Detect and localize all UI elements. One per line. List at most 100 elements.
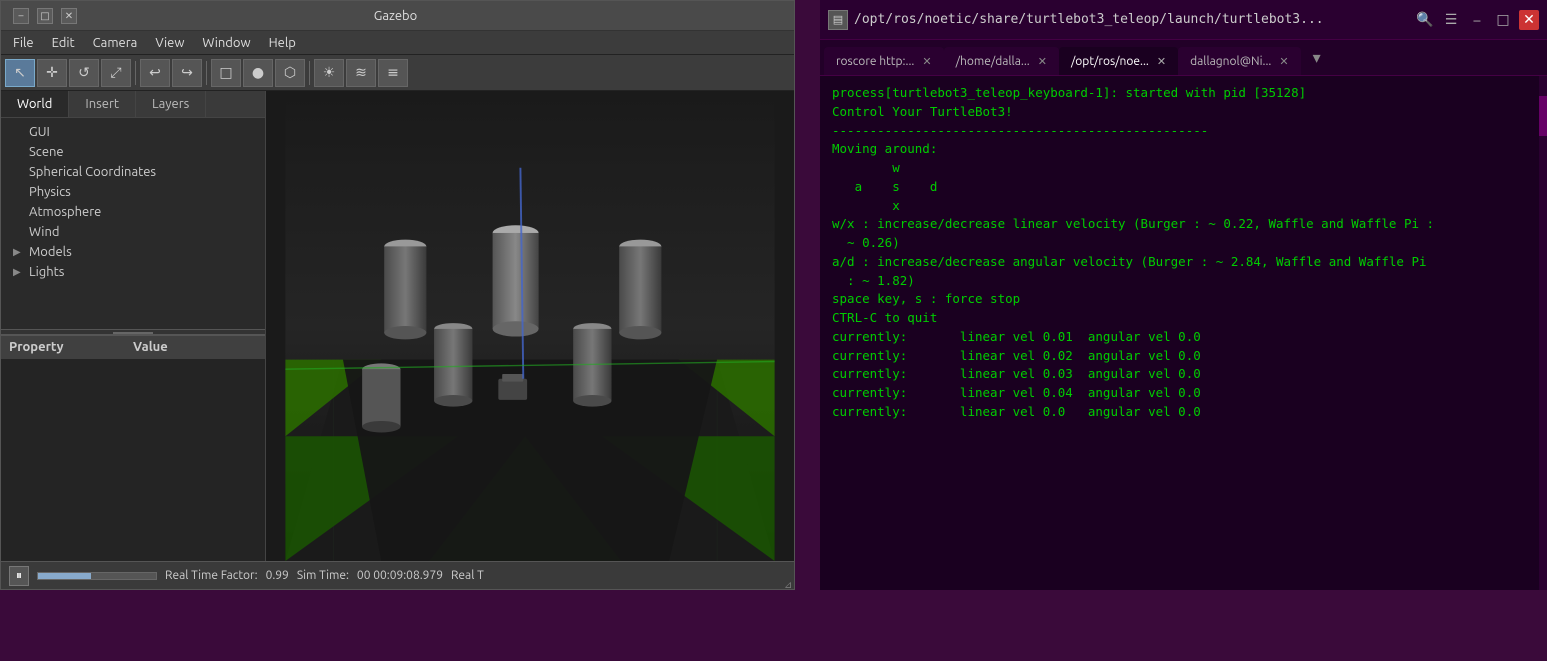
tab-home-close[interactable]: ✕ (1038, 55, 1047, 68)
gazebo-toolbar: ↖ ✛ ↺ ⤢ ↩ ↪ □ ● ⬡ ☀ ≋ ≡ (1, 55, 794, 91)
lighting-button[interactable]: ☀ (314, 59, 344, 87)
terminal-line-0: process[turtlebot3_teleop_keyboard-1]: s… (832, 84, 1535, 103)
tree-item-physics[interactable]: Physics (1, 182, 265, 202)
gui-label: GUI (29, 125, 50, 139)
tree-item-lights[interactable]: ▶ Lights (1, 262, 265, 282)
rotate-tool-button[interactable]: ↺ (69, 59, 99, 87)
tab-insert[interactable]: Insert (69, 91, 136, 117)
terminal-body[interactable]: process[turtlebot3_teleop_keyboard-1]: s… (820, 76, 1547, 590)
terminal-minimize-button[interactable]: – (1467, 10, 1487, 30)
undo-button[interactable]: ↩ (140, 59, 170, 87)
scale-tool-button[interactable]: ⤢ (101, 59, 131, 87)
gazebo-title: Gazebo (77, 9, 714, 23)
tab-layers[interactable]: Layers (136, 91, 206, 117)
menu-view[interactable]: View (147, 34, 192, 52)
menu-edit[interactable]: Edit (44, 34, 83, 52)
gazebo-titlebar: – □ ✕ Gazebo (1, 1, 794, 31)
tree-item-models[interactable]: ▶ Models (1, 242, 265, 262)
left-panel: World Insert Layers GUI Scene Spherical … (1, 91, 266, 561)
sim-time-value: 00 00:09:08.979 (357, 569, 443, 582)
maximize-button[interactable]: □ (37, 8, 53, 24)
status-bar: ⏸ Real Time Factor: 0.99 Sim Time: 00 00… (1, 561, 794, 589)
terminal-line-19: currently: linear vel 0.02 angular vel 0… (832, 347, 1535, 366)
tab-home-label: /home/dalla... (956, 55, 1030, 68)
terminal-line-16: CTRL-C to quit (832, 309, 1535, 328)
tab-opt-ros[interactable]: /opt/ros/noe... ✕ (1059, 47, 1178, 75)
add-tab-button[interactable]: ▾ (1305, 46, 1329, 70)
spherical-label: Spherical Coordinates (29, 165, 156, 179)
terminal-line-6: a s d (832, 178, 1535, 197)
menu-camera[interactable]: Camera (85, 34, 146, 52)
toolbar-separator-1 (135, 61, 136, 85)
viewport[interactable] (266, 91, 794, 561)
terminal-line-12: : ~ 1.82) (832, 272, 1535, 291)
menu-window[interactable]: Window (194, 34, 258, 52)
tab-opt-ros-close[interactable]: ✕ (1157, 55, 1166, 68)
menu-file[interactable]: File (5, 34, 42, 52)
terminal-path: /opt/ros/noetic/share/turtlebot3_teleop/… (854, 12, 1409, 27)
tab-dallagnol[interactable]: dallagnol@Ni... ✕ (1178, 47, 1300, 75)
overlay-button[interactable]: ≡ (378, 59, 408, 87)
lights-label: Lights (29, 265, 64, 279)
panel-tabs: World Insert Layers (1, 91, 265, 118)
terminal-maximize-button[interactable]: □ (1493, 10, 1513, 30)
property-content (1, 359, 265, 562)
close-button[interactable]: ✕ (61, 8, 77, 24)
tab-home[interactable]: /home/dalla... ✕ (944, 47, 1059, 75)
tree-item-gui[interactable]: GUI (1, 122, 265, 142)
terminal-line-11: a/d : increase/decrease angular velocity… (832, 253, 1535, 272)
tree-item-scene[interactable]: Scene (1, 142, 265, 162)
property-col-label: Property (9, 340, 133, 354)
redo-button[interactable]: ↪ (172, 59, 202, 87)
scrollbar-thumb[interactable] (1539, 96, 1547, 136)
tree-item-wind[interactable]: Wind (1, 222, 265, 242)
tab-opt-ros-label: /opt/ros/noe... (1071, 55, 1149, 68)
terminal-menu-button[interactable]: ☰ (1441, 10, 1461, 30)
tab-dallagnol-label: dallagnol@Ni... (1190, 55, 1271, 68)
real-time-factor-value: 0.99 (266, 569, 289, 582)
physics-label: Physics (29, 185, 71, 199)
toolbar-separator-3 (309, 61, 310, 85)
pause-button[interactable]: ⏸ (9, 566, 29, 586)
terminal-line-20: currently: linear vel 0.03 angular vel 0… (832, 365, 1535, 384)
terminal-window: ▤ /opt/ros/noetic/share/turtlebot3_teleo… (820, 0, 1547, 590)
progress-fill (38, 573, 91, 579)
tab-world[interactable]: World (1, 91, 69, 117)
terminal-line-9: w/x : increase/decrease linear velocity … (832, 215, 1535, 234)
terminal-titlebar: ▤ /opt/ros/noetic/share/turtlebot3_teleo… (820, 0, 1547, 40)
gazebo-content: World Insert Layers GUI Scene Spherical … (1, 91, 794, 561)
tab-roscore-label: roscore http:... (836, 55, 914, 68)
progress-bar (37, 572, 157, 580)
toolbar-separator-2 (206, 61, 207, 85)
scene-viewport (266, 91, 794, 561)
tree-item-spherical-coords[interactable]: Spherical Coordinates (1, 162, 265, 182)
box-insert-button[interactable]: □ (211, 59, 241, 87)
resize-handle[interactable]: ⊿ (784, 579, 794, 589)
select-tool-button[interactable]: ↖ (5, 59, 35, 87)
atmosphere-label: Atmosphere (29, 205, 101, 219)
terminal-line-3: ----------------------------------------… (832, 122, 1535, 141)
terminal-close-button[interactable]: ✕ (1519, 10, 1539, 30)
terminal-line-4: Moving around: (832, 140, 1535, 159)
tab-dallagnol-close[interactable]: ✕ (1279, 55, 1288, 68)
scrollbar-track[interactable] (1539, 76, 1547, 590)
tab-roscore-close[interactable]: ✕ (922, 55, 931, 68)
scene-label: Scene (29, 145, 64, 159)
gazebo-menubar: File Edit Camera View Window Help (1, 31, 794, 55)
sphere-insert-button[interactable]: ● (243, 59, 273, 87)
terminal-icon-glyph: ▤ (833, 13, 843, 26)
menu-help[interactable]: Help (261, 34, 304, 52)
value-col-label: Value (133, 340, 257, 354)
real-t-label: Real T (451, 569, 484, 582)
wireframe-button[interactable]: ≋ (346, 59, 376, 87)
terminal-line-21: currently: linear vel 0.04 angular vel 0… (832, 384, 1535, 403)
tab-roscore[interactable]: roscore http:... ✕ (824, 47, 944, 75)
cylinder-insert-button[interactable]: ⬡ (275, 59, 305, 87)
translate-tool-button[interactable]: ✛ (37, 59, 67, 87)
terminal-line-14: space key, s : force stop (832, 290, 1535, 309)
terminal-line-2: Control Your TurtleBot3! (832, 103, 1535, 122)
terminal-search-button[interactable]: 🔍 (1415, 10, 1435, 30)
panel-tree: GUI Scene Spherical Coordinates Physics … (1, 118, 265, 329)
tree-item-atmosphere[interactable]: Atmosphere (1, 202, 265, 222)
minimize-button[interactable]: – (13, 8, 29, 24)
